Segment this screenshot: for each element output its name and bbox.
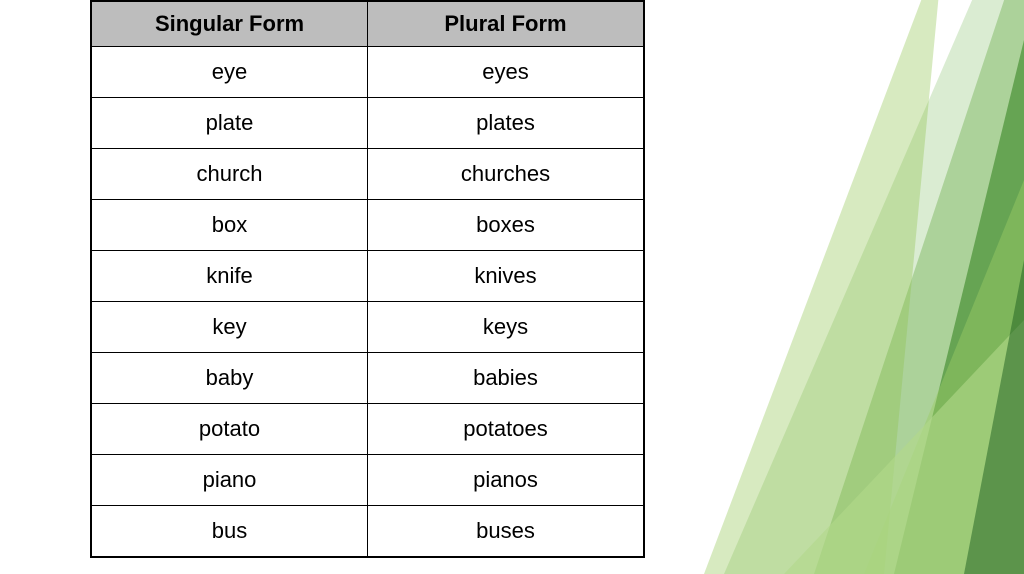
header-singular: Singular Form xyxy=(91,1,368,47)
cell-singular: key xyxy=(91,302,368,353)
cell-plural: babies xyxy=(368,353,645,404)
cell-singular: baby xyxy=(91,353,368,404)
table-row: key keys xyxy=(91,302,644,353)
cell-singular: plate xyxy=(91,98,368,149)
plural-forms-table: Singular Form Plural Form eye eyes plate… xyxy=(90,0,645,558)
cell-plural: boxes xyxy=(368,200,645,251)
cell-singular: box xyxy=(91,200,368,251)
cell-plural: eyes xyxy=(368,47,645,98)
cell-plural: keys xyxy=(368,302,645,353)
table-header-row: Singular Form Plural Form xyxy=(91,1,644,47)
table-row: box boxes xyxy=(91,200,644,251)
table-row: bus buses xyxy=(91,506,644,558)
cell-plural: churches xyxy=(368,149,645,200)
table-row: church churches xyxy=(91,149,644,200)
cell-plural: plates xyxy=(368,98,645,149)
cell-singular: church xyxy=(91,149,368,200)
plural-forms-table-wrap: Singular Form Plural Form eye eyes plate… xyxy=(90,0,645,558)
table-row: baby babies xyxy=(91,353,644,404)
header-plural: Plural Form xyxy=(368,1,645,47)
table-row: knife knives xyxy=(91,251,644,302)
table-row: piano pianos xyxy=(91,455,644,506)
cell-singular: bus xyxy=(91,506,368,558)
cell-singular: knife xyxy=(91,251,368,302)
table-row: eye eyes xyxy=(91,47,644,98)
decorative-triangles xyxy=(664,0,1024,574)
cell-singular: piano xyxy=(91,455,368,506)
cell-plural: buses xyxy=(368,506,645,558)
cell-plural: knives xyxy=(368,251,645,302)
table-row: potato potatoes xyxy=(91,404,644,455)
cell-plural: potatoes xyxy=(368,404,645,455)
cell-singular: eye xyxy=(91,47,368,98)
cell-plural: pianos xyxy=(368,455,645,506)
cell-singular: potato xyxy=(91,404,368,455)
slide: Singular Form Plural Form eye eyes plate… xyxy=(0,0,1024,574)
table-row: plate plates xyxy=(91,98,644,149)
